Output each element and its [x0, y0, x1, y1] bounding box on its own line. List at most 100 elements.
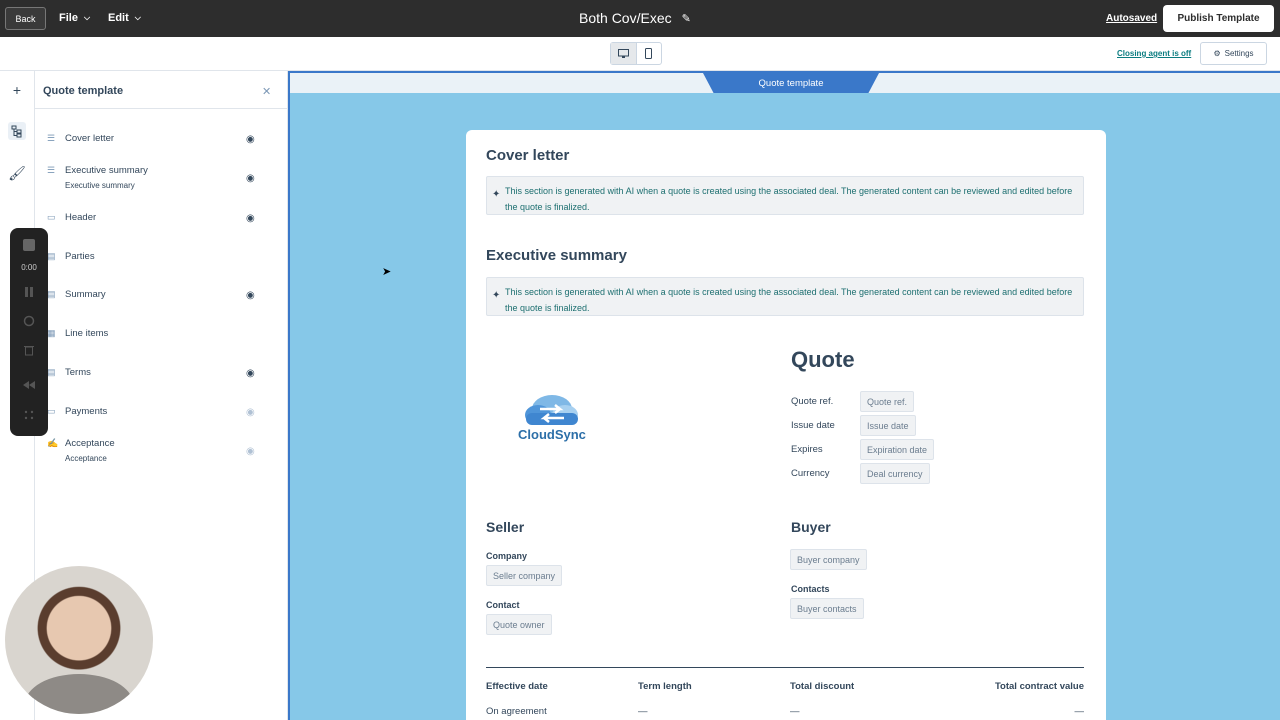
logo-wordmark: CloudSync [518, 427, 586, 442]
section-sublabel: Acceptance [65, 454, 107, 463]
back-button[interactable]: Back [5, 7, 46, 30]
section-label: Executive summary [65, 165, 148, 176]
seller-heading: Seller [486, 519, 525, 535]
trash-icon[interactable] [23, 343, 35, 356]
eye-icon[interactable]: ◉ [246, 290, 255, 301]
section-label: Terms [65, 367, 91, 378]
seller-contact-label: Contact [486, 600, 520, 610]
eye-icon[interactable]: ◉ [246, 407, 255, 418]
total-discount-header: Total discount [790, 681, 855, 692]
sparkle-icon: ✦ [492, 189, 501, 200]
executive-summary-ai-text: This section is generated with AI when a… [505, 287, 1073, 313]
settings-label: Settings [1224, 49, 1254, 58]
chevron-down-icon: ⌵ [83, 13, 91, 22]
screen-recorder-controls: 0:00 [10, 228, 48, 436]
eye-icon[interactable]: ◉ [246, 446, 255, 457]
document-title-text: Both Cov/Exec [579, 10, 672, 26]
webcam-overlay [5, 566, 153, 714]
issue-date-token[interactable]: Issue date [860, 415, 916, 436]
seller-company-token[interactable]: Seller company [486, 565, 563, 586]
section-header[interactable]: ▭ Header ◉ [35, 212, 288, 248]
device-toggle [610, 42, 662, 65]
add-icon[interactable]: + [8, 81, 26, 99]
effective-date-header: Effective date [486, 681, 548, 692]
autosaved-status[interactable]: Autosaved [1106, 13, 1157, 24]
mouse-cursor-icon: ➤ [382, 266, 392, 278]
quote-template-tab[interactable]: Quote template [703, 73, 879, 93]
buyer-contacts-label: Contacts [791, 584, 830, 594]
cover-letter-heading: Cover letter [486, 147, 570, 164]
section-label: Summary [65, 289, 106, 300]
stop-icon[interactable] [23, 239, 35, 251]
term-length-header: Term length [638, 681, 692, 692]
close-icon[interactable]: ✕ [262, 85, 271, 98]
seller-company-label: Company [486, 551, 528, 561]
issue-date-label: Issue date [791, 420, 835, 431]
eye-icon[interactable]: ◉ [246, 173, 255, 184]
sparkle-icon: ✦ [492, 290, 501, 301]
sub-toolbar: Closing agent is off ⚙ Settings [0, 37, 1280, 71]
expiration-date-token[interactable]: Expiration date [860, 439, 935, 460]
section-parties[interactable]: ▤ Parties [35, 251, 288, 287]
eye-icon[interactable]: ◉ [246, 134, 255, 145]
section-label: Acceptance [65, 438, 115, 449]
cover-letter-ai-box[interactable]: ✦ This section is generated with AI when… [486, 176, 1084, 215]
rewind-icon[interactable] [23, 378, 35, 390]
restart-icon[interactable] [23, 314, 35, 327]
file-menu-label: File [59, 12, 78, 24]
publish-template-button[interactable]: Publish Template [1163, 5, 1274, 32]
payments-section-icon: ▭ [47, 406, 56, 416]
pause-icon[interactable] [23, 285, 35, 297]
top-bar: Back File ⌵ Edit ⌵ Both Cov/Exec ✎ Autos… [0, 0, 1280, 37]
expires-label: Expires [791, 444, 823, 455]
section-summary[interactable]: ▤ Summary ◉ [35, 289, 288, 325]
section-terms[interactable]: ▤ Terms ◉ [35, 367, 288, 403]
term-length-value: — [638, 706, 648, 717]
section-executive-summary[interactable]: ☰ Executive summary Executive summary ◉ [35, 165, 288, 201]
signature-section-icon: ✍ [47, 438, 59, 448]
summary-divider [486, 667, 1084, 668]
section-label: Line items [65, 328, 109, 339]
desktop-icon[interactable] [611, 43, 637, 64]
panel-title: Quote template [43, 85, 124, 97]
currency-label: Currency [791, 468, 830, 479]
text-section-icon: ☰ [47, 165, 56, 175]
buyer-company-token[interactable]: Buyer company [790, 549, 867, 570]
eye-icon[interactable]: ◉ [246, 368, 255, 379]
file-menu[interactable]: File ⌵ [59, 12, 90, 24]
total-discount-value: — [790, 706, 800, 717]
buyer-contacts-token[interactable]: Buyer contacts [790, 598, 864, 619]
terms-section-icon: ▤ [47, 367, 56, 377]
chevron-down-icon: ⌵ [134, 13, 141, 22]
document-title: Both Cov/Exec ✎ [579, 10, 691, 26]
webcam-person [25, 674, 133, 714]
eye-icon[interactable]: ◉ [246, 213, 255, 224]
table-section-icon: ▦ [47, 328, 56, 338]
section-payments[interactable]: ▭ Payments ◉ [35, 406, 288, 442]
paintbrush-icon[interactable]: 🖌 [8, 164, 26, 182]
tree-icon[interactable] [8, 122, 26, 140]
mobile-icon[interactable] [637, 43, 662, 64]
closing-agent-link[interactable]: Closing agent is off [1117, 49, 1191, 58]
quote-ref-label: Quote ref. [791, 396, 834, 407]
gear-icon: ⚙ [1213, 49, 1221, 58]
total-contract-value-value: — [1074, 706, 1085, 717]
text-section-icon: ☰ [47, 133, 56, 143]
buyer-heading: Buyer [791, 519, 831, 535]
quote-document: Cover letter ✦ This section is generated… [466, 130, 1106, 720]
section-label: Cover letter [65, 133, 115, 144]
quote-heading: Quote [791, 347, 855, 372]
section-acceptance[interactable]: ✍ Acceptance Acceptance ◉ [35, 438, 288, 474]
quote-owner-token[interactable]: Quote owner [486, 614, 552, 635]
executive-summary-ai-box[interactable]: ✦ This section is generated with AI when… [486, 277, 1084, 316]
edit-menu[interactable]: Edit ⌵ [108, 12, 141, 24]
grid-icon[interactable] [23, 408, 35, 420]
section-line-items[interactable]: ▦ Line items [35, 328, 288, 364]
pencil-icon[interactable]: ✎ [682, 12, 691, 25]
settings-button[interactable]: ⚙ Settings [1200, 42, 1267, 65]
section-cover-letter[interactable]: ☰ Cover letter ◉ [35, 133, 288, 169]
deal-currency-token[interactable]: Deal currency [860, 463, 930, 484]
recording-time: 0:00 [21, 263, 37, 272]
panel-header: Quote template ✕ [35, 71, 288, 109]
quote-ref-token[interactable]: Quote ref. [860, 391, 915, 412]
